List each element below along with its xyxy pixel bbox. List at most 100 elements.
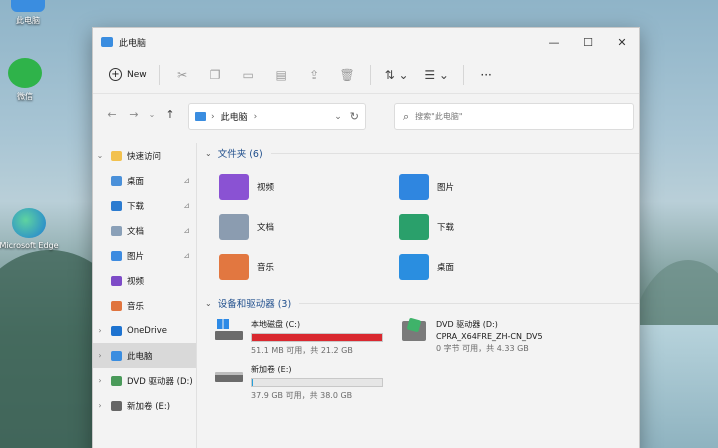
sidebar-item-label: 新加卷 (E:) [127,401,171,412]
drive-space: 37.9 GB 可用，共 38.0 GB [251,391,353,400]
new-label: New [127,69,147,80]
folder-item[interactable]: 文档 [219,211,399,243]
folder-icon [219,174,249,200]
forward-icon[interactable]: → [123,108,145,121]
drive-e[interactable]: 新加卷 (E:) 37.9 GB 可用，共 38.0 GB [215,364,390,401]
drive-name: 新加卷 (E:) [251,365,292,374]
sidebar-item-label: 下载 [127,201,145,212]
folder-icon [399,214,429,240]
sidebar-item-icon [111,175,122,186]
recent-icon[interactable]: ⌄ [145,110,159,119]
folder-label: 桌面 [437,263,455,273]
folder-item[interactable]: 桌面 [399,251,579,283]
view-icon[interactable]: ☰ ⌄ [417,62,457,88]
desktop-icon-label: Microsoft Edge [0,241,59,250]
sidebar-item[interactable]: › 此电脑 [93,343,196,368]
pin-icon[interactable]: ⊿ [183,226,190,235]
chevron-icon[interactable]: › [93,401,107,410]
sidebar-item[interactable]: 文档 ⊿ [93,218,196,243]
search-icon: ⌕ [403,109,410,123]
pin-icon[interactable]: ⊿ [183,176,190,185]
sidebar-item[interactable]: 桌面 ⊿ [93,168,196,193]
sidebar-item[interactable]: 下载 ⊿ [93,193,196,218]
search-placeholder: 搜索"此电脑" [415,112,463,121]
refresh-icon[interactable]: ↻ [350,110,359,123]
share-icon[interactable]: ⇪ [298,62,331,88]
sidebar-item[interactable]: › 新加卷 (E:) [93,393,196,418]
file-explorer-window: 此电脑 — ☐ ✕ + New ✂ ❐ ▭ ▤ ⇪ 🗑 ⇅ ⌄ ☰ ⌄ ··· ←… [92,27,640,448]
sidebar-item-label: 快速访问 [127,151,162,162]
delete-icon[interactable]: 🗑 [331,62,364,88]
usage-bar [251,378,383,387]
up-icon[interactable]: ↑ [159,108,181,121]
sidebar-item[interactable]: 音乐 [93,293,196,318]
address-path: 此电脑 [220,113,248,123]
window-title: 此电脑 [119,38,147,49]
sidebar-item-label: 音乐 [127,301,145,312]
desktop-icon-this-pc[interactable]: 此电脑 [0,0,58,26]
close-button[interactable]: ✕ [605,28,639,56]
sidebar-item-icon [111,150,122,161]
new-button[interactable]: + New [103,62,153,88]
sidebar-item-icon [111,325,122,336]
sidebar-item-label: 文档 [127,226,145,237]
drive-c[interactable]: 本地磁盘 (C:) 51.1 MB 可用，共 21.2 GB [215,319,390,356]
folder-label: 图片 [437,183,455,193]
this-pc-icon [101,37,113,47]
paste-icon[interactable]: ▭ [232,62,265,88]
title-bar: 此电脑 — ☐ ✕ [93,28,639,56]
sidebar-item[interactable]: 视频 [93,268,196,293]
drives-group-header[interactable]: ⌄ 设备和驱动器 (3) [201,293,639,313]
windows-drive-icon [215,319,245,343]
folder-item[interactable]: 图片 [399,171,579,203]
chevron-icon[interactable]: › [93,326,107,335]
sidebar-item-icon [111,225,122,236]
folder-icon [399,174,429,200]
sidebar-item[interactable]: › OneDrive [93,318,196,343]
sidebar-item-label: 此电脑 [127,351,153,362]
sort-icon[interactable]: ⇅ ⌄ [377,62,417,88]
sidebar-item[interactable]: › DVD 驱动器 (D:) [93,368,196,393]
maximize-button[interactable]: ☐ [571,28,605,56]
desktop-icon-edge[interactable]: Microsoft Edge [0,208,59,250]
folder-item[interactable]: 下载 [399,211,579,243]
desktop-icon-label: 此电脑 [16,16,40,25]
drive-name: DVD 驱动器 (D:) [436,320,498,329]
pin-icon[interactable]: ⊿ [183,251,190,260]
desktop-icon-label: 微信 [17,92,33,101]
chevron-icon[interactable]: › [93,351,107,360]
chevron-down-icon[interactable]: ⌄ [334,112,342,122]
search-input[interactable]: ⌕ 搜索"此电脑" [394,103,634,130]
sidebar-item-icon [111,300,122,311]
rename-icon[interactable]: ▤ [265,62,298,88]
chevron-icon[interactable]: › [93,376,107,385]
back-icon[interactable]: ← [101,108,123,121]
folder-item[interactable]: 视频 [219,171,399,203]
folder-icon [219,254,249,280]
folder-item[interactable]: 音乐 [219,251,399,283]
sidebar-item[interactable]: ⌄ 快速访问 [93,143,196,168]
more-button[interactable]: ··· [470,62,503,88]
address-bar[interactable]: › 此电脑 › ⌄ ↻ [188,103,366,130]
cut-icon[interactable]: ✂ [166,62,199,88]
sidebar-item-icon [111,375,122,386]
folder-icon [219,214,249,240]
sidebar-item-label: 图片 [127,251,145,262]
sidebar-item-icon [111,275,122,286]
pin-icon[interactable]: ⊿ [183,201,190,210]
folders-group-header[interactable]: ⌄ 文件夹 (6) [201,143,639,163]
sidebar-item-label: 桌面 [127,176,145,187]
sidebar-item-icon [111,350,122,361]
chevron-down-icon: ⌄ [205,298,212,308]
desktop-icon-wechat[interactable]: 微信 [0,58,55,102]
dvd-drive-icon [400,317,430,343]
copy-icon[interactable]: ❐ [199,62,232,88]
drive-d[interactable]: DVD 驱动器 (D:) CPRA_X64FRE_ZH-CN_DV5 0 字节 … [400,317,590,354]
drive-name: 本地磁盘 (C:) [251,320,301,329]
sidebar-item-icon [111,200,122,211]
chevron-down-icon: ⌄ [205,148,212,158]
monitor-icon [11,0,45,12]
sidebar-item[interactable]: 图片 ⊿ [93,243,196,268]
chevron-icon[interactable]: ⌄ [93,151,107,160]
minimize-button[interactable]: — [537,28,571,56]
